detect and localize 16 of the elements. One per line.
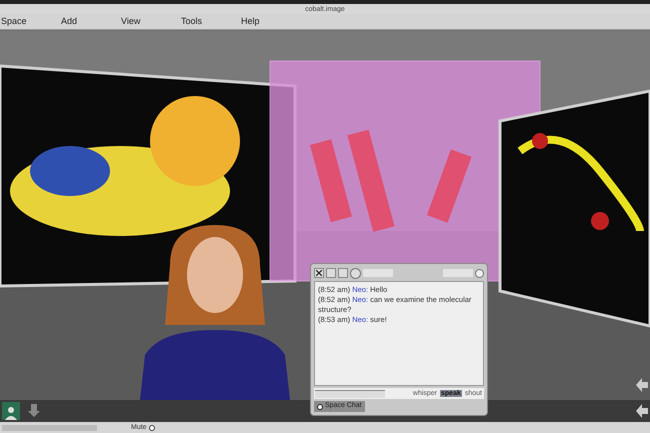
menu-item[interactable]: Space bbox=[0, 17, 60, 26]
arrow-icon[interactable] bbox=[636, 378, 648, 392]
slider-track[interactable] bbox=[2, 424, 97, 430]
download-icon[interactable] bbox=[26, 403, 42, 419]
chat-input-field[interactable] bbox=[315, 390, 385, 398]
menu-item[interactable]: Help bbox=[240, 17, 300, 26]
text-field[interactable] bbox=[443, 269, 473, 277]
window-control-icon[interactable] bbox=[475, 268, 484, 278]
menu-item[interactable]: View bbox=[120, 17, 180, 26]
menu-item[interactable]: Tools bbox=[180, 17, 240, 26]
volume-knob-icon[interactable] bbox=[350, 268, 361, 278]
close-button[interactable] bbox=[314, 268, 324, 278]
slider-track[interactable] bbox=[363, 269, 393, 277]
menu-item[interactable]: Add bbox=[60, 17, 120, 26]
person-icon[interactable] bbox=[2, 402, 20, 420]
arrow-icon[interactable] bbox=[636, 404, 648, 418]
